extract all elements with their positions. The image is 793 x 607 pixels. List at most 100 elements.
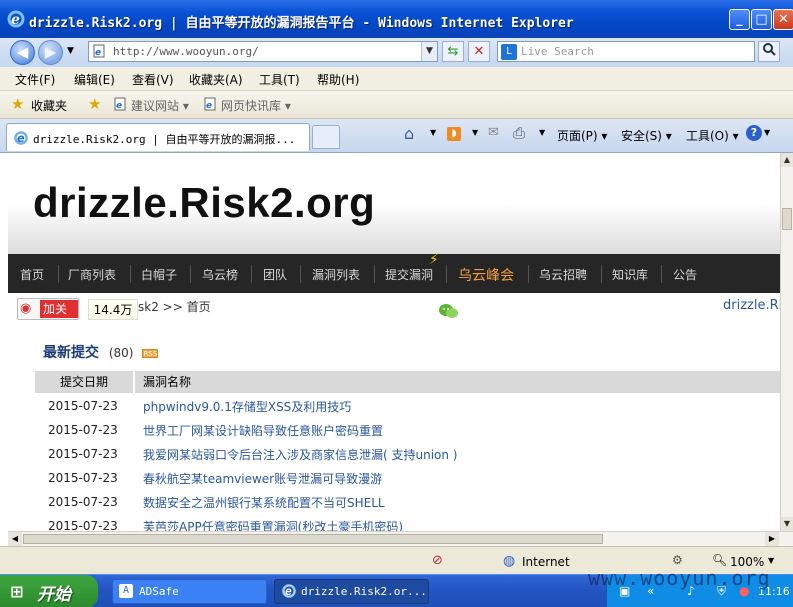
page-menu[interactable]: 页面(P) ▾ xyxy=(557,127,607,144)
site-link-right[interactable]: drizzle.Ri xyxy=(723,298,780,313)
home-icon[interactable]: ⌂ xyxy=(404,124,414,143)
rss-icon[interactable]: RSS xyxy=(142,349,159,358)
search-placeholder: Live Search xyxy=(521,45,594,58)
print-icon[interactable]: ⎙ xyxy=(513,124,525,142)
minimize-button[interactable]: _ xyxy=(729,9,750,30)
forward-button[interactable]: ▶ xyxy=(38,40,63,65)
taskbar-item-ie[interactable]: e drizzle.Risk2.or... xyxy=(274,579,429,604)
svg-text:e: e xyxy=(206,101,212,111)
weibo-follow-button[interactable]: ◉ 加关注 xyxy=(17,298,79,334)
menu-favorites[interactable]: 收藏夹(A) xyxy=(189,71,243,88)
vertical-scrollbar[interactable]: ▲ ▼ xyxy=(780,153,793,531)
privacy-icon[interactable]: ⊘ xyxy=(432,553,443,568)
address-dropdown-icon[interactable]: ▼ xyxy=(421,42,437,61)
vertical-scroll-thumb[interactable] xyxy=(782,208,792,230)
table-row: 2015-07-23 春秋航空某teamviewer账号泄漏可导致漫游 xyxy=(35,465,780,489)
nav-divider xyxy=(528,265,529,283)
horizontal-scrollbar[interactable]: ◀ ▶ xyxy=(8,531,793,546)
protected-mode-icon[interactable]: ⚙ xyxy=(672,553,683,567)
nav-ranking[interactable]: 乌云榜 xyxy=(202,266,238,283)
tools-menu[interactable]: 工具(O) ▾ xyxy=(686,127,739,144)
row-date: 2015-07-23 xyxy=(48,519,118,531)
nav-whitehats[interactable]: 白帽子 xyxy=(141,266,177,283)
tab-row: e drizzle.Risk2.org | 自由平等开放的漏洞报... ⌂ ▼ … xyxy=(0,119,793,153)
menu-edit[interactable]: 编辑(E) xyxy=(74,71,115,88)
close-button[interactable]: ✕ xyxy=(773,9,793,30)
zoom-icon[interactable]: 🔍︎ xyxy=(712,553,727,567)
svg-text:e: e xyxy=(17,132,25,145)
row-date: 2015-07-23 xyxy=(48,447,118,461)
maximize-button[interactable]: □ xyxy=(751,9,772,30)
nav-vendors[interactable]: 厂商列表 xyxy=(68,266,116,283)
tab-active[interactable]: e drizzle.Risk2.org | 自由平等开放的漏洞报... xyxy=(6,123,310,151)
print-dropdown-icon[interactable]: ▼ xyxy=(539,128,545,137)
row-title-link[interactable]: 芙芭莎APP任意密码重置漏洞(秒改土豪手机密码) xyxy=(143,518,403,531)
favorites-bar: ★ 收藏夹 ★ e 建议网站 ▾ e 网页快讯库 ▾ xyxy=(0,91,793,119)
scroll-right-icon[interactable]: ▶ xyxy=(765,532,779,546)
row-title-link[interactable]: 春秋航空某teamviewer账号泄漏可导致漫游 xyxy=(143,470,382,487)
start-button[interactable]: ⊞ 开始 xyxy=(0,575,98,607)
tab-label: drizzle.Risk2.org | 自由平等开放的漏洞报... xyxy=(33,133,296,146)
nav-announcements[interactable]: 公告 xyxy=(673,266,697,283)
address-input[interactable]: e http://www.wooyun.org/ ▼ xyxy=(88,41,438,62)
site-title[interactable]: drizzle.Risk2.org xyxy=(33,179,375,227)
menu-view[interactable]: 查看(V) xyxy=(132,71,174,88)
table-row: 2015-07-23 世界工厂网某设计缺陷导致任意账户密码重置 xyxy=(35,417,780,441)
feed-dropdown-icon[interactable]: ▼ xyxy=(472,128,478,137)
menu-help[interactable]: 帮助(H) xyxy=(317,71,359,88)
nav-jobs[interactable]: 乌云招聘 xyxy=(539,266,587,283)
home-dropdown-icon[interactable]: ▼ xyxy=(430,128,436,137)
column-header-title: 漏洞名称 xyxy=(143,375,192,389)
site-header: drizzle.Risk2.org xyxy=(8,153,780,254)
scroll-down-icon[interactable]: ▼ xyxy=(781,517,793,531)
nav-submit-bug[interactable]: 提交漏洞 xyxy=(385,266,433,283)
row-title-link[interactable]: 世界工厂网某设计缺陷导致任意账户密码重置 xyxy=(143,422,383,439)
nav-teams[interactable]: 团队 xyxy=(263,266,287,283)
zoom-dropdown-icon[interactable]: ▼ xyxy=(768,556,774,565)
row-title-link[interactable]: phpwindv9.0.1存储型XSS及利用技巧 xyxy=(143,398,351,415)
window-title: drizzle.Risk2.org | 自由平等开放的漏洞报告平台 - Wind… xyxy=(29,16,574,31)
row-title-link[interactable]: 我爱网某站弱口令后台注入涉及商家信息泄漏( 支持union ) xyxy=(143,446,458,463)
breadcrumb[interactable]: sk2 >> 首页 xyxy=(138,298,211,315)
nav-knowledge[interactable]: 知识库 xyxy=(612,266,648,283)
ie-logo-icon: e xyxy=(7,10,25,28)
new-tab-button[interactable] xyxy=(312,125,340,149)
add-favorite-icon[interactable]: ★ xyxy=(88,95,101,113)
row-title-link[interactable]: 数据安全之温州银行某系统配置不当可SHELL xyxy=(143,494,385,511)
tab-ie-icon: e xyxy=(13,130,29,149)
suggested-sites-link[interactable]: 建议网站 ▾ xyxy=(131,97,189,114)
table-row: 2015-07-23 芙芭莎APP任意密码重置漏洞(秒改土豪手机密码) xyxy=(35,513,780,531)
nav-divider xyxy=(374,265,375,283)
stop-icon[interactable]: ✕ xyxy=(468,41,490,62)
menu-file[interactable]: 文件(F) xyxy=(15,71,55,88)
back-button[interactable]: ◀ xyxy=(10,40,35,65)
scroll-left-icon[interactable]: ◀ xyxy=(8,532,22,546)
nav-home[interactable]: 首页 xyxy=(20,266,44,283)
web-slice-gallery-link[interactable]: 网页快讯库 ▾ xyxy=(221,97,291,114)
latest-submissions-header: 最新提交 (80) RSS xyxy=(43,342,159,362)
horizontal-scroll-thumb[interactable] xyxy=(23,534,603,544)
taskbar-item-adsafe[interactable]: A ADSafe xyxy=(112,579,267,604)
rss-feed-icon[interactable]: ◗ xyxy=(447,127,461,141)
row-date: 2015-07-23 xyxy=(48,495,118,509)
refresh-icon[interactable]: ⇆ xyxy=(442,41,464,62)
mail-icon[interactable]: ✉ xyxy=(488,125,499,140)
history-dropdown-icon[interactable]: ▼ xyxy=(67,46,74,56)
search-input[interactable]: L Live Search xyxy=(497,41,755,62)
menu-tools[interactable]: 工具(T) xyxy=(259,71,300,88)
scroll-up-icon[interactable]: ▲ xyxy=(781,153,793,167)
nav-bug-list[interactable]: 漏洞列表 xyxy=(312,266,360,283)
help-dropdown-icon[interactable]: ▼ xyxy=(764,128,770,137)
search-icon[interactable] xyxy=(758,41,780,62)
svg-text:e: e xyxy=(95,48,101,58)
nav-summit[interactable]: 乌云峰会 xyxy=(458,265,514,285)
ie-window: e drizzle.Risk2.org | 自由平等开放的漏洞报告平台 - Wi… xyxy=(0,0,793,607)
internet-zone-icon: ◍ xyxy=(503,553,516,569)
wechat-icon[interactable] xyxy=(438,302,460,323)
help-icon[interactable]: ? xyxy=(746,125,762,141)
favorites-button[interactable]: 收藏夹 xyxy=(31,97,67,114)
safety-menu[interactable]: 安全(S) ▾ xyxy=(621,127,672,144)
taskbar-item-label: ADSafe xyxy=(139,585,179,598)
security-zone-label: Internet xyxy=(522,555,570,569)
page-content: drizzle.Risk2.org 首页 厂商列表 白帽子 乌云榜 团队 漏洞列… xyxy=(8,153,780,531)
